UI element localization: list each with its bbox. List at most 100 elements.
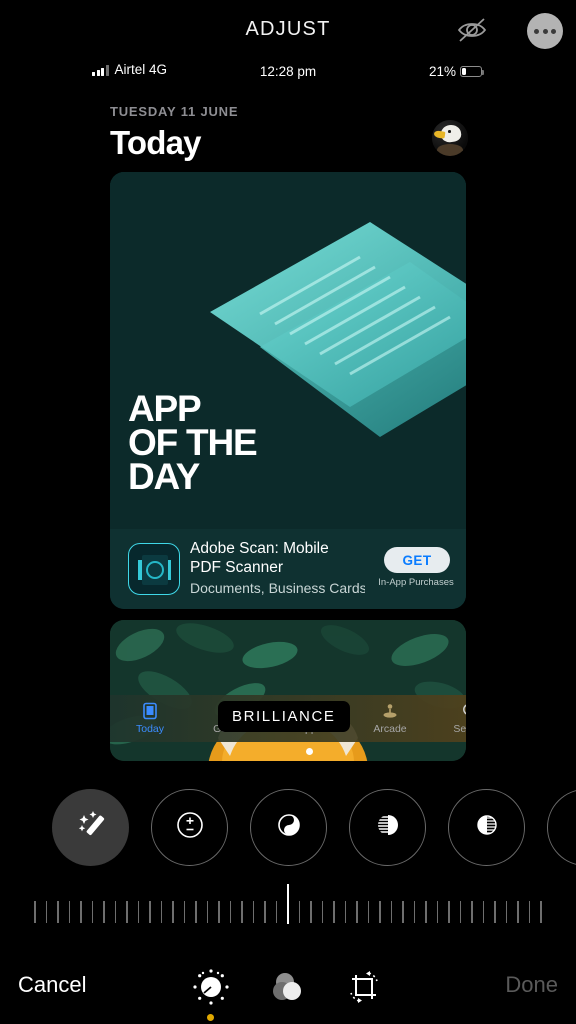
dot xyxy=(534,28,539,34)
slider-tick xyxy=(91,901,93,923)
mode-crop-button[interactable] xyxy=(338,966,390,1012)
adobe-scan-icon xyxy=(128,543,180,595)
app-subtitle: Documents, Business Cards,... xyxy=(190,580,365,596)
page-indicator-dot xyxy=(306,748,313,755)
slider-tick xyxy=(321,901,323,923)
adjust-tools-row[interactable] xyxy=(0,789,576,869)
slider-tick xyxy=(448,901,450,923)
tool-shadows[interactable] xyxy=(448,789,525,866)
dot xyxy=(551,28,556,34)
slider-tick xyxy=(517,901,519,923)
slider-tick xyxy=(252,901,254,923)
slider-tick xyxy=(402,901,404,923)
headline-line-1: APP xyxy=(128,388,202,429)
tab-label: Arcade xyxy=(373,723,407,735)
sidebar-item-search[interactable]: Search xyxy=(430,695,466,742)
battery-icon xyxy=(460,66,484,77)
slider-tick xyxy=(482,901,484,923)
headline-line-2: OF THE xyxy=(128,422,258,464)
tool-contrast[interactable] xyxy=(547,789,576,866)
slider-tick xyxy=(149,901,151,923)
slider-tick xyxy=(310,901,312,923)
status-bar: Airtel 4G 12:28 pm 21% xyxy=(88,58,488,90)
second-story-card[interactable]: Today Games Apps xyxy=(110,620,466,761)
shadows-icon xyxy=(471,809,503,846)
editor-top-bar: ADJUST xyxy=(0,0,576,58)
slider-tick xyxy=(390,901,392,923)
app-name-line-1: Adobe Scan: Mobile xyxy=(190,540,329,557)
get-button[interactable]: GET xyxy=(384,547,450,573)
slider-tick xyxy=(264,901,266,923)
card-headline: APP OF THE DAY xyxy=(128,388,258,498)
tab-label: Search xyxy=(453,723,466,735)
adjust-slider[interactable] xyxy=(0,884,576,930)
battery-percent-label: 21% xyxy=(428,64,456,79)
today-title: Today xyxy=(110,124,202,161)
sidebar-item-today[interactable]: Today xyxy=(110,695,190,742)
slider-tick xyxy=(160,901,162,923)
slider-tick xyxy=(218,901,220,923)
editor-bottom-bar: Cancel Done xyxy=(0,950,576,1024)
eagle-avatar[interactable] xyxy=(432,120,468,156)
slider-tick xyxy=(137,901,139,923)
slider-tick xyxy=(494,901,496,923)
cancel-button[interactable]: Cancel xyxy=(18,972,86,998)
app-store-tab-bar: Today Games Apps xyxy=(110,695,466,742)
photo-editor-screen: ADJUST Airtel 4G 12:28 pm 21% TUESDAY 11… xyxy=(0,0,576,1024)
magic-wand-icon xyxy=(72,806,110,849)
headline-line-3: DAY xyxy=(128,456,200,498)
slider-tick xyxy=(436,901,438,923)
tab-label: Today xyxy=(135,723,165,735)
active-mode-indicator xyxy=(207,1014,214,1021)
app-info: Adobe Scan: Mobile PDF Scanner Documents… xyxy=(190,539,365,596)
slider-tick xyxy=(540,901,542,923)
brilliance-icon xyxy=(273,809,305,846)
tool-auto-enhance[interactable] xyxy=(52,789,129,866)
sidebar-item-arcade[interactable]: Arcade xyxy=(350,695,430,742)
slider-tick xyxy=(183,901,185,923)
today-date: TUESDAY 11 JUNE xyxy=(110,104,239,119)
filters-circles-icon xyxy=(268,967,308,1012)
slider-handle[interactable] xyxy=(287,884,289,924)
slider-tick xyxy=(103,901,105,923)
dot xyxy=(542,28,548,34)
slider-tick xyxy=(344,901,346,923)
done-button[interactable]: Done xyxy=(505,972,558,998)
slider-tick xyxy=(57,901,59,923)
tool-brilliance[interactable] xyxy=(250,789,327,866)
photo-canvas[interactable]: Airtel 4G 12:28 pm 21% TUESDAY 11 JUNE T… xyxy=(0,58,576,761)
slider-tick xyxy=(505,901,507,923)
card-app-row: Adobe Scan: Mobile PDF Scanner Documents… xyxy=(110,529,466,609)
slider-tick xyxy=(206,901,208,923)
slider-tick xyxy=(229,901,231,923)
screenshot-content: Airtel 4G 12:28 pm 21% TUESDAY 11 JUNE T… xyxy=(88,58,488,761)
slider-tick xyxy=(195,901,197,923)
slider-tick xyxy=(114,901,116,923)
slider-tick xyxy=(45,901,47,923)
app-name-line-2: PDF Scanner xyxy=(190,559,284,576)
slider-tick xyxy=(379,901,381,923)
slider-tick xyxy=(459,901,461,923)
brilliance-tooltip: BRILLIANCE xyxy=(218,701,350,732)
slider-tick xyxy=(172,901,174,923)
slider-tick xyxy=(471,901,473,923)
tool-highlights[interactable] xyxy=(349,789,426,866)
tool-exposure[interactable] xyxy=(151,789,228,866)
highlights-icon xyxy=(372,809,404,846)
mode-adjust-button[interactable] xyxy=(185,966,237,1012)
app-of-the-day-card[interactable]: APP OF THE DAY Adobe Scan: Mobile PDF Sc… xyxy=(110,172,466,609)
slider-tick xyxy=(68,901,70,923)
slider-tick xyxy=(425,901,427,923)
status-bar-right: 21% xyxy=(428,64,484,79)
slider-tick xyxy=(356,901,358,923)
slider-tick xyxy=(333,901,335,923)
mode-filters-button[interactable] xyxy=(262,966,314,1012)
slider-tick xyxy=(367,901,369,923)
more-options-icon[interactable] xyxy=(527,13,563,49)
adjust-dial-icon xyxy=(189,965,233,1014)
slider-tick xyxy=(413,901,415,923)
eye-slash-icon[interactable] xyxy=(452,16,492,44)
joystick-icon xyxy=(381,702,399,720)
slider-tick xyxy=(126,901,128,923)
slider-tick xyxy=(528,901,530,923)
